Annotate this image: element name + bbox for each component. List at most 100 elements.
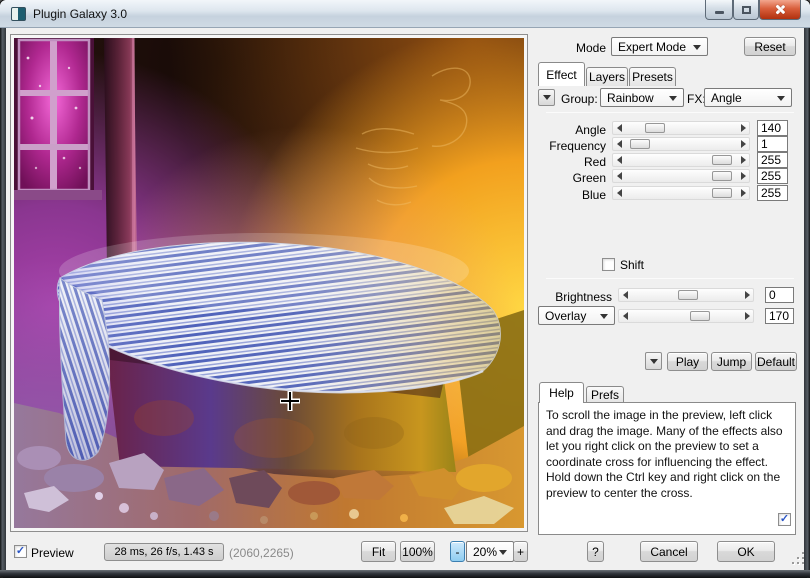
titlebar[interactable]: Plugin Galaxy 3.0 <box>0 0 810 28</box>
preview-label: Preview <box>31 546 74 560</box>
slider-thumb[interactable] <box>690 311 710 321</box>
fx-label: FX: <box>687 92 706 106</box>
window-title: Plugin Galaxy 3.0 <box>33 7 127 21</box>
green-value-input[interactable] <box>757 168 788 184</box>
slider-thumb[interactable] <box>630 139 650 149</box>
chevron-down-icon <box>600 314 608 319</box>
zoom-in-button[interactable]: + <box>513 541 528 562</box>
blue-label: Blue <box>538 188 606 202</box>
preview-checkbox[interactable]: ✓ <box>14 545 27 558</box>
slider-left-arrow-icon[interactable] <box>613 140 625 148</box>
coordinate-readout: (2060,2265) <box>229 546 294 560</box>
chevron-down-icon <box>777 96 785 101</box>
zoom-level-select[interactable]: 20% <box>466 541 514 562</box>
angle-value-input[interactable] <box>757 120 788 136</box>
tab-layers[interactable]: Layers <box>586 67 628 86</box>
tab-presets[interactable]: Presets <box>629 67 676 86</box>
jump-button[interactable]: Jump <box>711 352 752 371</box>
tab-help[interactable]: Help <box>539 382 584 403</box>
group-menu-button[interactable] <box>538 89 555 106</box>
ok-button[interactable]: OK <box>717 541 775 562</box>
chevron-down-icon <box>693 45 701 50</box>
slider-right-arrow-icon[interactable] <box>737 156 749 164</box>
slider-left-arrow-icon[interactable] <box>613 189 625 197</box>
check-icon: ✓ <box>780 514 789 525</box>
slider-thumb[interactable] <box>678 290 698 300</box>
slider-thumb[interactable] <box>645 123 665 133</box>
plugin-galaxy-dialog: Plugin Galaxy 3.0 <box>0 0 810 578</box>
zoom-out-button[interactable]: - <box>450 541 465 562</box>
angle-label: Angle <box>538 123 606 137</box>
angle-slider[interactable] <box>612 121 750 135</box>
shift-label: Shift <box>620 258 644 272</box>
frequency-value-input[interactable] <box>757 136 788 152</box>
check-icon: ✓ <box>16 546 25 557</box>
help-text: To scroll the image in the preview, left… <box>546 408 783 500</box>
divider <box>546 278 794 279</box>
minimize-icon <box>715 11 724 14</box>
green-label: Green <box>538 171 606 185</box>
mode-select[interactable]: Expert Mode <box>611 37 708 56</box>
minimize-button[interactable] <box>705 0 733 20</box>
window-border <box>804 28 810 578</box>
shift-checkbox[interactable] <box>602 258 615 271</box>
overlay-value-input[interactable] <box>765 308 794 324</box>
frequency-label: Frequency <box>538 139 606 153</box>
reset-button[interactable]: Reset <box>744 37 796 56</box>
maximize-icon <box>742 6 751 14</box>
fx-select[interactable]: Angle <box>704 88 792 107</box>
slider-right-arrow-icon[interactable] <box>741 312 753 320</box>
tab-effect[interactable]: Effect <box>538 62 585 86</box>
chevron-down-icon <box>499 550 507 555</box>
green-slider[interactable] <box>612 169 750 183</box>
brightness-value-input[interactable] <box>765 287 794 303</box>
blend-mode-select[interactable]: Overlay <box>538 306 615 325</box>
play-button[interactable]: Play <box>667 352 708 371</box>
slider-right-arrow-icon[interactable] <box>737 140 749 148</box>
resize-grip[interactable] <box>792 552 804 564</box>
slider-thumb[interactable] <box>712 188 732 198</box>
window-border <box>0 570 810 578</box>
slider-left-arrow-icon[interactable] <box>619 291 631 299</box>
frequency-slider[interactable] <box>612 137 750 151</box>
slider-right-arrow-icon[interactable] <box>737 172 749 180</box>
window-in-scene <box>14 38 102 200</box>
slider-thumb[interactable] <box>712 155 732 165</box>
blue-value-input[interactable] <box>757 185 788 201</box>
slider-left-arrow-icon[interactable] <box>613 172 625 180</box>
divider <box>546 112 794 113</box>
slider-right-arrow-icon[interactable] <box>737 189 749 197</box>
help-button[interactable]: ? <box>587 541 604 562</box>
play-options-button[interactable] <box>645 352 662 370</box>
overlay-slider[interactable] <box>618 309 754 323</box>
default-button[interactable]: Default <box>755 352 797 371</box>
slider-right-arrow-icon[interactable] <box>741 291 753 299</box>
preview-image[interactable] <box>14 38 524 528</box>
slider-left-arrow-icon[interactable] <box>613 124 625 132</box>
preview-frame <box>10 34 528 532</box>
chevron-down-icon <box>669 96 677 101</box>
help-text-panel: To scroll the image in the preview, left… <box>538 402 796 535</box>
blue-slider[interactable] <box>612 186 750 200</box>
maximize-button[interactable] <box>733 0 759 20</box>
slider-left-arrow-icon[interactable] <box>619 312 631 320</box>
mode-label: Mode <box>560 41 606 55</box>
help-panel-checkbox[interactable]: ✓ <box>778 513 791 526</box>
slider-left-arrow-icon[interactable] <box>613 156 625 164</box>
cancel-button[interactable]: Cancel <box>640 541 698 562</box>
close-icon <box>775 4 786 15</box>
group-select[interactable]: Rainbow <box>600 88 684 107</box>
red-slider[interactable] <box>612 153 750 167</box>
chevron-down-icon <box>543 95 551 100</box>
red-label: Red <box>538 155 606 169</box>
brightness-slider[interactable] <box>618 288 754 302</box>
tab-prefs[interactable]: Prefs <box>586 386 624 403</box>
zoom-100-button[interactable]: 100% <box>400 541 435 562</box>
slider-thumb[interactable] <box>712 171 732 181</box>
window-border <box>0 28 6 578</box>
slider-right-arrow-icon[interactable] <box>737 124 749 132</box>
close-button[interactable] <box>759 0 801 20</box>
red-value-input[interactable] <box>757 152 788 168</box>
timing-button[interactable]: 28 ms, 26 f/s, 1.43 s <box>104 543 224 561</box>
fit-button[interactable]: Fit <box>361 541 396 562</box>
